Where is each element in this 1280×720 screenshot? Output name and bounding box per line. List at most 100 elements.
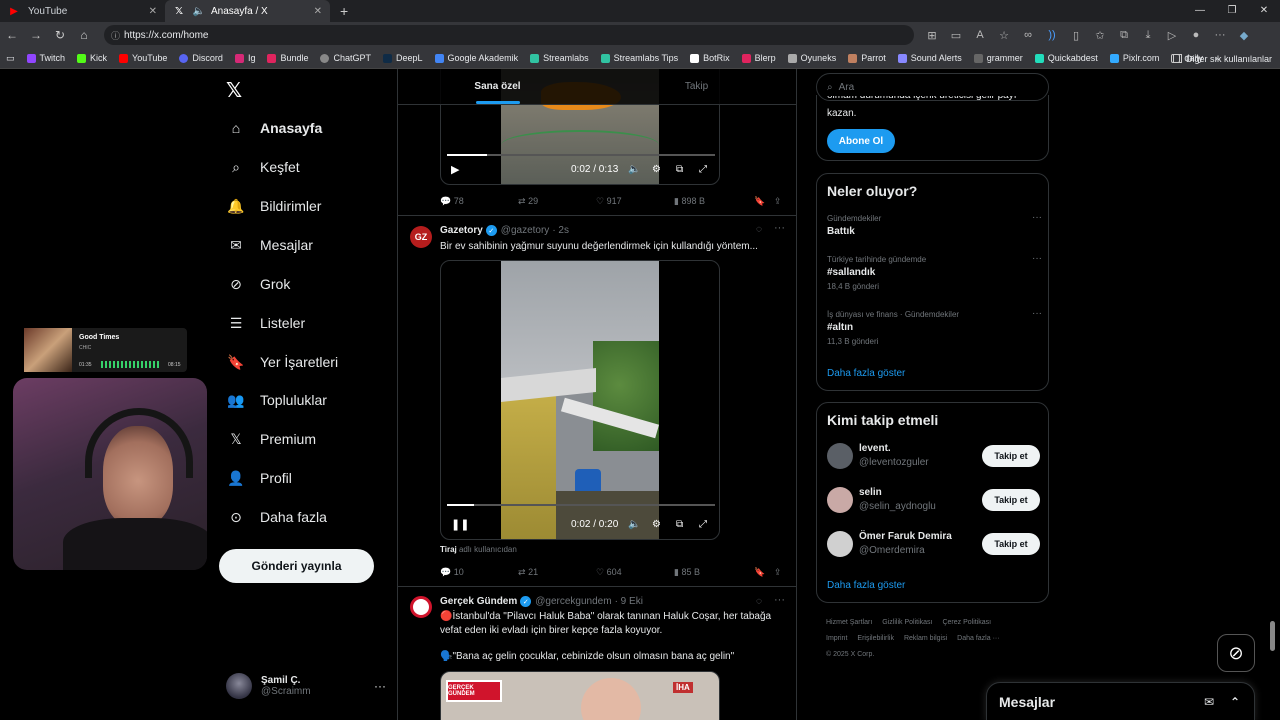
post-button[interactable]: Gönderi yayınla bbox=[219, 549, 374, 583]
menu-dots-icon[interactable]: ··· bbox=[1208, 29, 1232, 41]
footer-link[interactable]: Gizlilik Politikası bbox=[882, 619, 932, 626]
play-icon[interactable]: ▶ bbox=[451, 163, 459, 176]
bookmark-quickabdest[interactable]: Quickabdest bbox=[1034, 53, 1098, 63]
trend-item[interactable]: İş dünyası ve finans · Gündemdekiler #alt… bbox=[827, 308, 1042, 346]
fullscreen-icon[interactable]: ⤢ bbox=[699, 164, 707, 175]
bookmark-icon[interactable]: 🔖 bbox=[754, 567, 774, 578]
footer-link[interactable]: Daha fazla ··· bbox=[957, 635, 999, 642]
grok-button[interactable]: ⊘ bbox=[1217, 634, 1255, 672]
read-aloud-icon[interactable]: A bbox=[968, 29, 992, 41]
bookmark-streamlabs-tips[interactable]: Streamlabs Tips bbox=[600, 53, 678, 63]
tab-following[interactable]: Takip bbox=[597, 69, 796, 104]
volume-icon[interactable]: 🔈 bbox=[628, 164, 640, 175]
like-button[interactable]: ♡ 604 bbox=[596, 567, 674, 578]
bookmark-discord[interactable]: Discord bbox=[179, 53, 223, 63]
nav-item-bookmark[interactable]: 🔖 Yer İşaretleri bbox=[226, 347, 338, 377]
split-screen-icon[interactable]: ▯ bbox=[1064, 29, 1088, 42]
site-info-icon[interactable]: ⓘ bbox=[111, 29, 120, 42]
favorites-icon[interactable]: ✩ bbox=[1088, 29, 1112, 42]
footer-link[interactable]: Imprint bbox=[826, 635, 847, 642]
pip-icon[interactable]: ⧉ bbox=[676, 519, 683, 530]
post-video[interactable]: ❚❚ 0:02 / 0:20 🔈 ⚙ ⧉ ⤢ bbox=[440, 260, 720, 540]
reader-icon[interactable]: ▭ bbox=[944, 29, 968, 42]
home-icon[interactable]: ⌂ bbox=[72, 28, 96, 42]
sound-icon[interactable]: )) bbox=[1040, 29, 1064, 41]
post-media[interactable]: GERÇEK GÜNDEM İHA bbox=[440, 671, 720, 720]
minimize-icon[interactable]: — bbox=[1184, 0, 1216, 22]
bookmark-blerp[interactable]: Blerp bbox=[741, 53, 776, 63]
views-button[interactable]: ▮ 898 B bbox=[674, 196, 754, 207]
pip-icon[interactable]: ⧉ bbox=[676, 164, 683, 175]
page-scrollbar[interactable] bbox=[1270, 621, 1275, 651]
url-field[interactable]: ⓘ https://x.com/home bbox=[104, 25, 914, 45]
nav-item-list[interactable]: ☰ Listeler bbox=[226, 308, 305, 338]
close-icon[interactable]: ✕ bbox=[149, 6, 157, 17]
avatar[interactable] bbox=[827, 443, 853, 469]
bookmark-chatgpt[interactable]: ChatGPT bbox=[320, 53, 371, 63]
collections-icon[interactable]: ⧉ bbox=[1112, 29, 1136, 42]
footer-link[interactable]: Hizmet Şartları bbox=[826, 619, 872, 626]
grok-icon[interactable]: ◌ bbox=[756, 224, 762, 235]
forward-icon[interactable]: → bbox=[24, 28, 48, 42]
nav-item-home[interactable]: ⌂ Anasayfa bbox=[226, 113, 323, 143]
settings-icon[interactable]: ⚙ bbox=[652, 519, 661, 530]
nav-item-bell[interactable]: 🔔 Bildirimler bbox=[226, 191, 321, 221]
nav-item-search[interactable]: ⌕ Keşfet bbox=[226, 152, 300, 182]
more-dots-icon[interactable]: ··· bbox=[774, 594, 785, 606]
repost-button[interactable]: ⇄ 21 bbox=[518, 567, 596, 578]
share-icon[interactable]: ⇪ bbox=[774, 196, 782, 207]
follow-show-more[interactable]: Daha fazla göster bbox=[827, 580, 905, 591]
post-time[interactable]: · 2s bbox=[552, 225, 569, 236]
nav-item-people[interactable]: 👥 Topluluklar bbox=[226, 385, 327, 415]
grok-icon[interactable]: ◌ bbox=[756, 596, 762, 607]
follow-button[interactable]: Takip et bbox=[982, 445, 1040, 467]
subscribe-button[interactable]: Abone Ol bbox=[827, 129, 895, 153]
nav-item-x-logo[interactable]: 𝕏 Premium bbox=[226, 424, 316, 454]
follow-button[interactable]: Takip et bbox=[982, 533, 1040, 555]
favorite-star-icon[interactable]: ☆ bbox=[992, 29, 1016, 42]
new-message-icon[interactable]: ✉ bbox=[1204, 695, 1214, 709]
copilot-icon[interactable]: ◆ bbox=[1232, 29, 1256, 42]
more-dots-icon[interactable]: ··· bbox=[774, 222, 785, 234]
bookmark-icon[interactable]: 🔖 bbox=[754, 196, 774, 207]
app-install-icon[interactable]: ⊞ bbox=[920, 29, 944, 42]
nav-item-person[interactable]: 👤 Profil bbox=[226, 463, 292, 493]
settings-icon[interactable]: ⚙ bbox=[652, 164, 661, 175]
download-icon[interactable]: ⤓ bbox=[1136, 29, 1160, 42]
x-logo-icon[interactable]: 𝕏 bbox=[226, 78, 242, 103]
bookmark-sound-alerts[interactable]: Sound Alerts bbox=[897, 53, 962, 63]
profile-avatar-icon[interactable]: ● bbox=[1184, 29, 1208, 41]
more-dots-icon[interactable]: ··· bbox=[1032, 253, 1042, 264]
bookmark-parrot[interactable]: Parrot bbox=[848, 53, 886, 63]
share-icon[interactable]: ⇪ bbox=[774, 567, 782, 578]
reload-icon[interactable]: ↻ bbox=[48, 28, 72, 42]
nav-item-more-circle[interactable]: ⊙ Daha fazla bbox=[226, 502, 327, 532]
new-tab-icon[interactable]: + bbox=[340, 3, 348, 19]
tab-youtube[interactable]: ▶ YouTube ✕ bbox=[0, 0, 165, 22]
like-button[interactable]: ♡ 917 bbox=[596, 196, 674, 207]
tab-for-you[interactable]: Sana özel bbox=[398, 69, 597, 104]
share-icon[interactable]: ▷ bbox=[1160, 29, 1184, 42]
bookmark-oyuneks[interactable]: Oyuneks bbox=[787, 53, 836, 63]
trend-item[interactable]: Türkiye tarihinde gündemde #sallandık 18,4… bbox=[827, 253, 1042, 291]
follow-suggestion[interactable]: levent. @leventozguler Takip et bbox=[817, 443, 1050, 473]
post-time[interactable]: · 9 Eki bbox=[615, 596, 643, 607]
avatar[interactable] bbox=[827, 531, 853, 557]
close-icon[interactable]: ✕ bbox=[314, 6, 322, 17]
footer-link[interactable]: Çerez Politikası bbox=[942, 619, 991, 626]
close-window-icon[interactable]: ✕ bbox=[1248, 0, 1280, 22]
bookmark-deepl[interactable]: DeepL bbox=[383, 53, 423, 63]
bookmark-instagram[interactable]: Ig bbox=[234, 53, 255, 63]
other-bookmarks[interactable]: Diğer sık kullanılanlar bbox=[1172, 48, 1272, 69]
avatar[interactable]: GZ bbox=[410, 226, 432, 248]
nav-item-grok[interactable]: ⊘ Grok bbox=[226, 269, 290, 299]
bookmark-kick[interactable]: Kick bbox=[77, 53, 107, 63]
account-switcher[interactable]: Şamil Ç. @Scraimm ··· bbox=[226, 669, 386, 703]
fullscreen-icon[interactable]: ⤢ bbox=[699, 519, 707, 530]
bookmarks-menu-icon[interactable]: ▭ bbox=[6, 53, 15, 64]
pause-icon[interactable]: ❚❚ bbox=[451, 518, 469, 531]
bookmark-twitch[interactable]: Twitch bbox=[26, 53, 65, 63]
bookmark-google-scholar[interactable]: Google Akademik bbox=[434, 53, 518, 63]
author-name[interactable]: Gazetory bbox=[440, 225, 483, 236]
bookmark-bundle[interactable]: Bundle bbox=[267, 53, 308, 63]
